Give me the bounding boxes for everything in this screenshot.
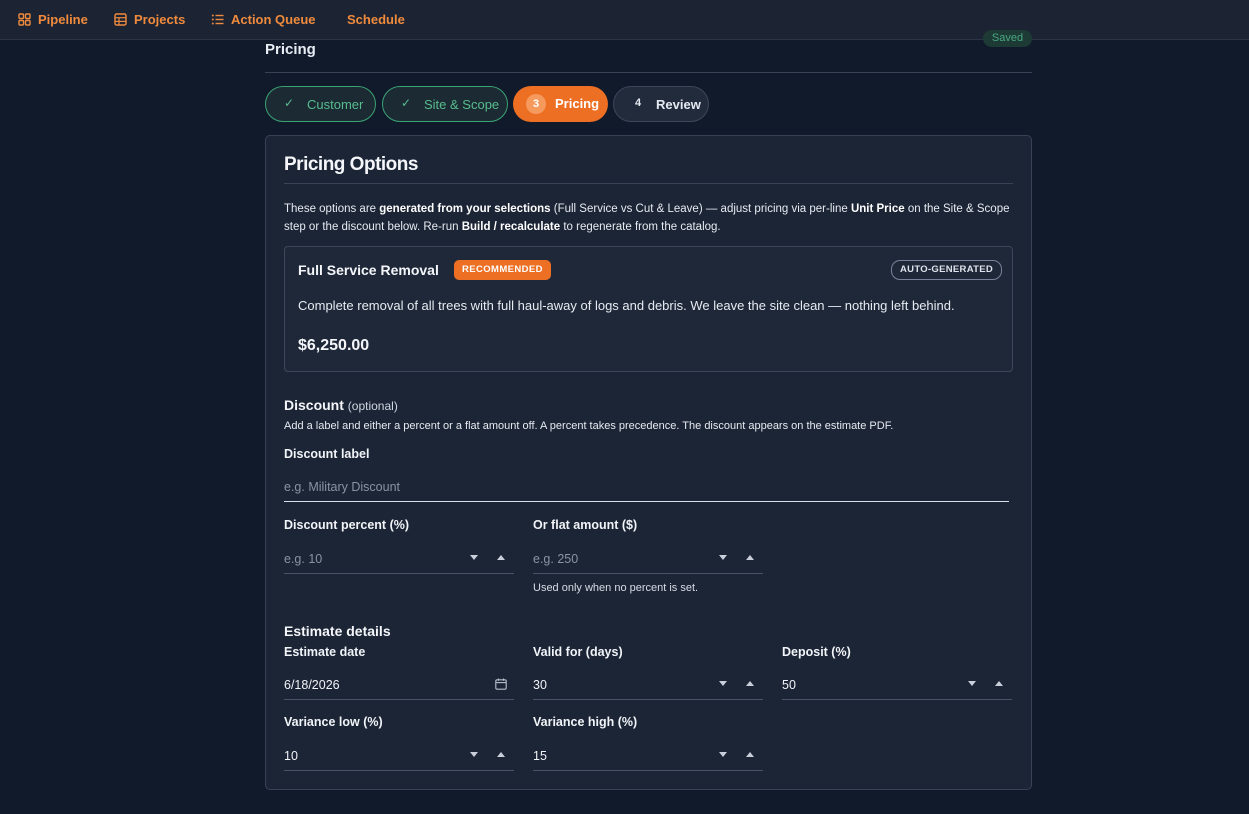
nav-pipeline[interactable]: Pipeline	[18, 0, 88, 38]
intro-text-bold: generated from your selections	[379, 203, 551, 215]
estimate-date-label: Estimate date	[284, 645, 366, 659]
nav-pipeline-label: Pipeline	[38, 11, 88, 27]
variance-high-input[interactable]: 15	[533, 743, 763, 771]
placeholder: e.g. 250	[533, 552, 579, 566]
decrement-icon[interactable]	[470, 555, 478, 560]
increment-icon[interactable]	[497, 555, 505, 560]
step-review[interactable]: 4 Review	[613, 86, 709, 122]
value: 30	[533, 678, 547, 692]
increment-icon[interactable]	[746, 555, 754, 560]
variance-high-label: Variance high (%)	[533, 715, 638, 729]
saved-badge: Saved	[983, 30, 1032, 47]
decrement-icon[interactable]	[719, 752, 727, 757]
flat-amount-helper: Used only when no percent is set.	[533, 582, 699, 594]
decrement-icon[interactable]	[719, 681, 727, 686]
increment-icon[interactable]	[497, 752, 505, 757]
step-site-scope[interactable]: ✓ Site & Scope	[382, 86, 508, 122]
value: 6/18/2026	[284, 678, 340, 692]
estimate-details-heading: Estimate details	[284, 623, 391, 639]
step-customer[interactable]: ✓ Customer	[265, 86, 376, 122]
decrement-icon[interactable]	[968, 681, 976, 686]
option-price: $6,250.00	[298, 337, 370, 354]
variance-low-label: Variance low (%)	[284, 715, 383, 729]
intro-text: These options are generated from your se…	[284, 200, 1019, 236]
nav-action-queue-label: Action Queue	[231, 11, 316, 27]
nav-projects[interactable]: Projects	[114, 0, 185, 38]
discount-heading: Discount (optional)	[284, 397, 398, 413]
check-icon: ✓	[284, 96, 295, 110]
flat-amount-label: Or flat amount ($)	[533, 518, 638, 532]
discount-label-input[interactable]: e.g. Military Discount	[284, 474, 1009, 502]
intro-text-part: These options are	[284, 203, 380, 215]
value: 50	[782, 678, 796, 692]
section-title: Pricing	[265, 41, 316, 58]
intro-text-part: to regenerate from the catalog.	[560, 221, 721, 233]
increment-icon[interactable]	[995, 681, 1003, 686]
step-label: Site & Scope	[424, 97, 500, 112]
nav-action-queue[interactable]: Action Queue	[211, 0, 316, 38]
intro-text-bold: Build / recalculate	[461, 221, 561, 233]
nav-schedule[interactable]: Schedule	[347, 0, 405, 38]
option-name: Full Service Removal	[298, 262, 439, 278]
intro-text-bold: Unit Price	[850, 203, 905, 215]
variance-low-input[interactable]: 10	[284, 743, 514, 771]
step-pricing[interactable]: 3 Pricing	[513, 86, 608, 122]
nav-schedule-label: Schedule	[347, 11, 405, 27]
intro-text-part: (Full Service vs Cut & Leave) — adjust p…	[550, 203, 851, 215]
decrement-icon[interactable]	[719, 555, 727, 560]
recommended-badge: RECOMMENDED	[454, 260, 551, 280]
discount-title: Discount	[284, 397, 344, 413]
valid-days-label: Valid for (days)	[533, 645, 623, 659]
step-number: 3	[526, 94, 546, 114]
optional-label: (optional)	[347, 399, 398, 413]
pricing-options-card: Pricing Options These options are genera…	[265, 135, 1032, 790]
nav-projects-label: Projects	[134, 11, 186, 27]
table-icon	[114, 12, 127, 26]
calendar-icon[interactable]	[495, 678, 507, 690]
decrement-icon[interactable]	[470, 752, 478, 757]
top-nav-bar: Pipeline Projects Action Queue Schedule	[0, 0, 1249, 40]
deposit-input[interactable]: 50	[782, 672, 1012, 700]
option-description: Complete removal of all trees with full …	[298, 298, 955, 313]
placeholder: e.g. 10	[284, 552, 323, 566]
value: 10	[284, 749, 298, 763]
grid-icon	[18, 12, 31, 26]
discount-label-label: Discount label	[284, 447, 370, 461]
list-icon	[211, 14, 224, 24]
check-icon: ✓	[401, 96, 412, 110]
divider	[265, 72, 1032, 73]
step-label: Review	[656, 97, 701, 112]
increment-icon[interactable]	[746, 681, 754, 686]
placeholder: e.g. Military Discount	[284, 480, 401, 494]
card-title: Pricing Options	[284, 154, 418, 175]
estimate-date-input[interactable]: 6/18/2026	[284, 672, 514, 700]
value: 15	[533, 749, 547, 763]
increment-icon[interactable]	[746, 752, 754, 757]
flat-amount-input[interactable]: e.g. 250	[533, 546, 763, 574]
valid-days-input[interactable]: 30	[533, 672, 763, 700]
step-label: Pricing	[555, 96, 600, 111]
discount-help: Add a label and either a percent or a fl…	[284, 420, 894, 432]
step-label: Customer	[307, 97, 364, 112]
auto-generated-badge: AUTO-GENERATED	[891, 260, 1003, 280]
discount-percent-label: Discount percent (%)	[284, 518, 410, 532]
option-full-service[interactable]: Full Service Removal RECOMMENDED AUTO-GE…	[284, 246, 1013, 372]
discount-percent-input[interactable]: e.g. 10	[284, 546, 514, 574]
divider	[284, 183, 1013, 184]
step-number: 4	[635, 97, 642, 109]
deposit-label: Deposit (%)	[782, 645, 851, 659]
